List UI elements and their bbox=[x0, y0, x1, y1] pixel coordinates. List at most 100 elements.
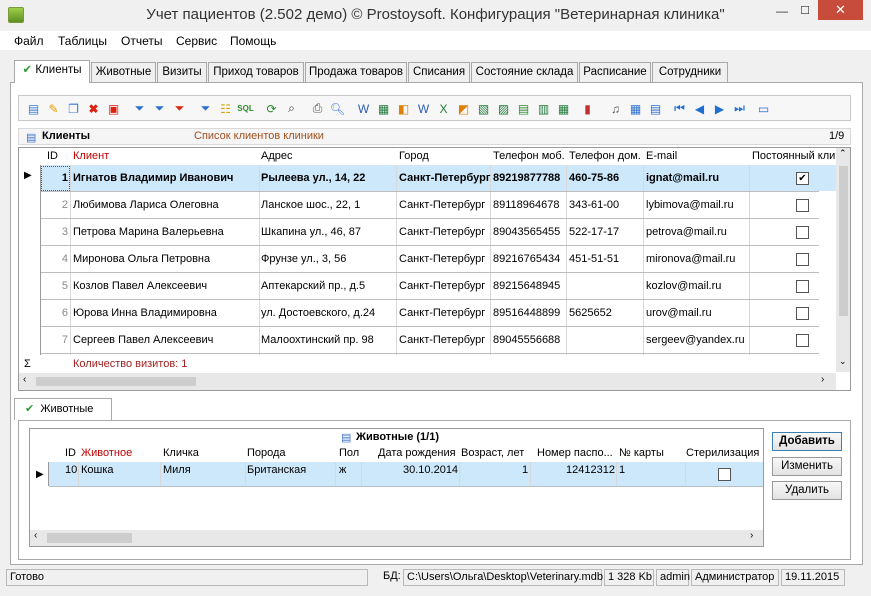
menu-file[interactable]: Файл bbox=[14, 34, 44, 48]
menu-tables[interactable]: Таблицы bbox=[58, 34, 107, 48]
filter-add-icon[interactable]: ⏷ bbox=[151, 100, 168, 117]
menu-service[interactable]: Сервис bbox=[176, 34, 217, 48]
cell-name: Козлов Павел Алексеевич bbox=[73, 280, 208, 292]
animals-title: Животные (1/1) bbox=[356, 431, 439, 443]
cell-home bbox=[569, 273, 643, 299]
scroll-right-icon[interactable]: › bbox=[821, 374, 824, 385]
tab-stock[interactable]: Состояние склада bbox=[471, 62, 578, 82]
tab-clients[interactable]: ✔ Клиенты bbox=[14, 60, 90, 83]
columns-icon[interactable]: ▦ bbox=[627, 100, 644, 117]
delete-all-icon[interactable]: ▣ bbox=[105, 100, 122, 117]
hscroll-thumb[interactable] bbox=[47, 533, 132, 543]
close-button[interactable]: ✕ bbox=[818, 0, 863, 20]
edit-button[interactable]: Изменить bbox=[772, 457, 842, 476]
layout-icon[interactable]: ▤ bbox=[647, 100, 664, 117]
export-html-icon[interactable]: ◧ bbox=[395, 100, 412, 117]
add-button[interactable]: Добавить bbox=[772, 432, 842, 451]
delete-button[interactable]: Удалить bbox=[772, 481, 842, 500]
regular-checkbox[interactable] bbox=[796, 334, 809, 347]
subtab-label: Животные bbox=[40, 403, 94, 415]
export-xml-icon[interactable]: ▧ bbox=[475, 100, 492, 117]
add-record-icon[interactable]: ▤ bbox=[25, 100, 42, 117]
tab-goods-in[interactable]: Приход товаров bbox=[208, 62, 304, 82]
scroll-thumb[interactable] bbox=[839, 166, 848, 316]
horizontal-scrollbar[interactable]: ‹ › bbox=[19, 373, 836, 390]
cell-name: Любимова Лариса Олеговна bbox=[73, 199, 219, 211]
subtab-animals[interactable]: ✔ Животные bbox=[14, 398, 112, 420]
scroll-left-icon[interactable]: ‹ bbox=[34, 530, 37, 541]
view-icon[interactable]: ▭ bbox=[755, 100, 772, 117]
filter-icon[interactable]: ⏷ bbox=[131, 100, 148, 117]
export-word-icon[interactable]: W bbox=[355, 100, 372, 117]
animals-grid: ▤ Животные (1/1) ID Животное Кличка Поро… bbox=[29, 428, 764, 547]
export-word2-icon[interactable]: W bbox=[415, 100, 432, 117]
menu-reports[interactable]: Отчеты bbox=[121, 34, 162, 48]
scroll-right-icon[interactable]: › bbox=[750, 530, 753, 541]
panel-title: Клиенты bbox=[42, 130, 91, 142]
sql-icon[interactable]: SQL bbox=[237, 100, 254, 117]
cell-city: Санкт-Петербург bbox=[399, 280, 486, 292]
export-rtf-icon[interactable]: ▥ bbox=[535, 100, 552, 117]
animal-sex: ж bbox=[339, 464, 347, 476]
tab-animals[interactable]: Животные bbox=[91, 62, 156, 82]
check-icon: ✔ bbox=[22, 64, 33, 76]
copy-icon[interactable]: ❐ bbox=[65, 100, 82, 117]
window-title: Учет пациентов (2.502 демо) © Prostoysof… bbox=[146, 6, 725, 23]
scroll-up-icon[interactable]: ⌃ bbox=[839, 148, 847, 159]
cell-mob: 89516448899 bbox=[493, 307, 561, 319]
export-excel-icon[interactable]: ▦ bbox=[375, 100, 392, 117]
row-divider bbox=[41, 353, 819, 354]
tab-writeoffs[interactable]: Списания bbox=[408, 62, 470, 82]
clients-grid: ID Клиент Адрес Город Телефон моб. Телеф… bbox=[18, 147, 851, 391]
maximize-button[interactable]: ☐ bbox=[795, 4, 815, 18]
regular-checkbox[interactable] bbox=[796, 199, 809, 212]
delete-icon[interactable]: ✖ bbox=[85, 100, 102, 117]
preview-icon[interactable]: 🔍︎ bbox=[329, 100, 346, 117]
vertical-scrollbar[interactable]: ⌃ ⌄ bbox=[836, 148, 850, 372]
next-icon[interactable]: ▶ bbox=[711, 100, 728, 117]
first-icon[interactable]: ⏮ bbox=[671, 100, 688, 117]
db-size: 1 328 Kb bbox=[604, 569, 654, 586]
panel-header: ▤ Клиенты Список клиентов клиники 1/9 bbox=[18, 128, 851, 145]
hscroll-thumb[interactable] bbox=[36, 377, 196, 386]
group-icon[interactable]: ☷ bbox=[217, 100, 234, 117]
minimize-button[interactable]: — bbox=[772, 4, 792, 18]
animal-breed: Британская bbox=[247, 464, 307, 476]
regular-checkbox[interactable]: ✔ bbox=[796, 172, 809, 185]
export-table-icon[interactable]: ▨ bbox=[495, 100, 512, 117]
cell-home: 451-51-51 bbox=[569, 253, 620, 265]
regular-checkbox[interactable] bbox=[796, 253, 809, 266]
animals-hscrollbar[interactable]: ‹ › bbox=[30, 530, 763, 546]
export-pdf-icon[interactable]: ▦ bbox=[555, 100, 572, 117]
tab-staff[interactable]: Сотрудники bbox=[652, 62, 728, 82]
cell-home: 5625652 bbox=[569, 307, 612, 319]
tab-sales[interactable]: Продажа товаров bbox=[305, 62, 407, 82]
export-txt-icon[interactable]: ▤ bbox=[515, 100, 532, 117]
regular-checkbox[interactable] bbox=[796, 226, 809, 239]
panel-subtitle: Список клиентов клиники bbox=[194, 130, 324, 142]
regular-checkbox[interactable] bbox=[796, 307, 809, 320]
last-icon[interactable]: ⏭ bbox=[731, 100, 748, 117]
sterile-checkbox[interactable] bbox=[718, 468, 731, 481]
chart-icon[interactable]: ▮ bbox=[579, 100, 596, 117]
prev-icon[interactable]: ◀ bbox=[691, 100, 708, 117]
edit-icon[interactable]: ✎ bbox=[45, 100, 62, 117]
filter-remove-icon[interactable]: ⏷ bbox=[171, 100, 188, 117]
menu-help[interactable]: Помощь bbox=[230, 34, 276, 48]
regular-checkbox[interactable] bbox=[796, 280, 809, 293]
export-csv-icon[interactable]: ◩ bbox=[455, 100, 472, 117]
settings-icon[interactable]: ♫ bbox=[607, 100, 624, 117]
print-icon[interactable]: ⎙ bbox=[309, 100, 326, 117]
scroll-left-icon[interactable]: ‹ bbox=[23, 374, 26, 385]
scroll-down-icon[interactable]: ⌄ bbox=[839, 356, 847, 367]
visits-count: Количество визитов: 1 bbox=[73, 358, 188, 370]
filter-quick-icon[interactable]: ⏷ bbox=[197, 100, 214, 117]
tab-visits[interactable]: Визиты bbox=[157, 62, 207, 82]
refresh-icon[interactable]: ⟳ bbox=[263, 100, 280, 117]
cell-home: 522-17-17 bbox=[569, 226, 620, 238]
table-icon: ▤ bbox=[26, 132, 37, 144]
tab-schedule[interactable]: Расписание bbox=[579, 62, 651, 82]
cell-mob: 89215648945 bbox=[493, 280, 561, 292]
export-excel2-icon[interactable]: X bbox=[435, 100, 452, 117]
find-icon[interactable]: ⌕ bbox=[283, 100, 300, 117]
